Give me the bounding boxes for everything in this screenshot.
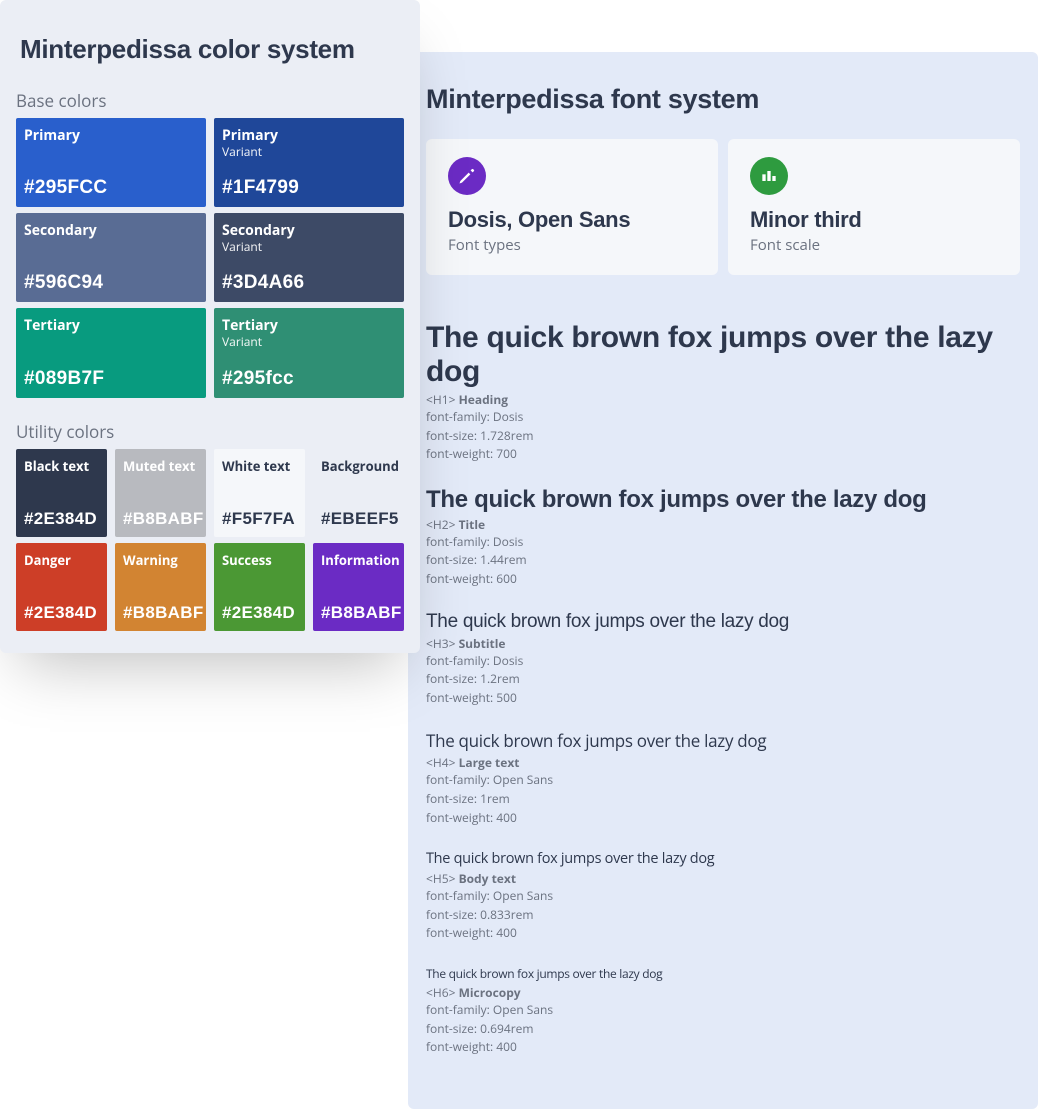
color-swatch: Muted text #B8BABF [115, 449, 206, 537]
swatch-hex: #1F4799 [222, 177, 396, 199]
swatch-hex: #295fcc [222, 368, 396, 390]
swatch-hex: #B8BABF [123, 603, 198, 623]
specimen-weight: font-weight: 400 [426, 809, 1020, 828]
specimen-weight: font-weight: 700 [426, 445, 1020, 464]
swatch-name: Information [321, 553, 396, 569]
swatch-hex: #F5F7FA [222, 509, 297, 529]
font-system-panel: Minterpedissa font system Dosis, Open Sa… [408, 52, 1038, 1109]
swatch-hex: #089B7F [24, 368, 198, 390]
specimen-sample: The quick brown fox jumps over the lazy … [426, 321, 1020, 389]
specimen-weight: font-weight: 600 [426, 570, 1020, 589]
color-swatch: Danger #2E384D [16, 543, 107, 631]
pen-icon [448, 157, 486, 195]
font-card-subtitle: Font types [448, 235, 696, 255]
specimen-family: font-family: Dosis [426, 652, 1020, 671]
specimen-family: font-family: Open Sans [426, 887, 1020, 906]
color-swatch: TertiaryVariant#295fcc [214, 308, 404, 397]
specimen-family: font-family: Open Sans [426, 771, 1020, 790]
specimen-size: font-size: 1rem [426, 790, 1020, 809]
specimen-sample: The quick brown fox jumps over the lazy … [426, 849, 1020, 868]
swatch-name: White text [222, 459, 297, 475]
type-specimen: The quick brown fox jumps over the lazy … [426, 321, 1020, 464]
specimen-tag: <H2> Title [426, 516, 1020, 533]
specimen-sample: The quick brown fox jumps over the lazy … [426, 965, 1020, 982]
swatch-hex: #EBEEF5 [321, 509, 396, 529]
color-swatch: Tertiary #089B7F [16, 308, 206, 397]
specimen-sample: The quick brown fox jumps over the lazy … [426, 486, 1020, 514]
specimen-size: font-size: 1.44rem [426, 551, 1020, 570]
specimen-tag: <H4> Large text [426, 754, 1020, 771]
specimen-tag: <H1> Heading [426, 391, 1020, 408]
specimen-size: font-size: 0.833rem [426, 906, 1020, 925]
font-card: Minor thirdFont scale [728, 139, 1020, 275]
specimen-family: font-family: Open Sans [426, 1001, 1020, 1020]
font-card-subtitle: Font scale [750, 235, 998, 255]
swatch-name: Danger [24, 553, 99, 569]
swatch-name: Success [222, 553, 297, 569]
specimen-family: font-family: Dosis [426, 408, 1020, 427]
specimen-sample: The quick brown fox jumps over the lazy … [426, 729, 1020, 752]
color-swatch: Background #EBEEF5 [313, 449, 404, 537]
type-specimen: The quick brown fox jumps over the lazy … [426, 965, 1020, 1057]
type-specimen: The quick brown fox jumps over the lazy … [426, 849, 1020, 943]
chart-icon [750, 157, 788, 195]
color-swatch: Black text #2E384D [16, 449, 107, 537]
font-panel-title: Minterpedissa font system [426, 84, 1020, 115]
type-specimen: The quick brown fox jumps over the lazy … [426, 729, 1020, 827]
swatch-hex: #2E384D [24, 509, 99, 529]
swatch-name: Muted text [123, 459, 198, 475]
swatch-hex: #295FCC [24, 177, 198, 199]
swatch-variant: Variant [222, 145, 396, 159]
color-swatch: Primary #295FCC [16, 118, 206, 207]
color-swatch: Warning #B8BABF [115, 543, 206, 631]
swatch-hex: #B8BABF [321, 603, 396, 623]
font-card-title: Dosis, Open Sans [448, 207, 696, 233]
color-swatch: Success #2E384D [214, 543, 305, 631]
utility-colors-label: Utility colors [16, 420, 404, 443]
color-swatch: Secondary #596C94 [16, 213, 206, 302]
swatch-hex: #B8BABF [123, 509, 198, 529]
specimen-tag: <H5> Body text [426, 870, 1020, 887]
swatch-name: Black text [24, 459, 99, 475]
specimen-weight: font-weight: 400 [426, 924, 1020, 943]
color-panel-title: Minterpedissa color system [20, 34, 400, 65]
swatch-name: Background [321, 459, 396, 475]
color-swatch: SecondaryVariant#3D4A66 [214, 213, 404, 302]
swatch-variant: Variant [222, 240, 396, 254]
specimen-size: font-size: 1.2rem [426, 670, 1020, 689]
color-swatch: PrimaryVariant#1F4799 [214, 118, 404, 207]
color-swatch: Information #B8BABF [313, 543, 404, 631]
base-colors-label: Base colors [16, 89, 404, 112]
font-card: Dosis, Open SansFont types [426, 139, 718, 275]
swatch-name: Primary [24, 128, 198, 145]
specimen-size: font-size: 1.728rem [426, 427, 1020, 446]
color-system-panel: Minterpedissa color system Base colors P… [0, 0, 420, 653]
swatch-name: Secondary [24, 223, 198, 240]
swatch-hex: #596C94 [24, 272, 198, 294]
specimen-weight: font-weight: 500 [426, 689, 1020, 708]
specimen-tag: <H6> Microcopy [426, 984, 1020, 1001]
specimen-weight: font-weight: 400 [426, 1038, 1020, 1057]
swatch-hex: #2E384D [222, 603, 297, 623]
specimen-family: font-family: Dosis [426, 533, 1020, 552]
type-specimen: The quick brown fox jumps over the lazy … [426, 611, 1020, 708]
swatch-hex: #3D4A66 [222, 272, 396, 294]
specimen-tag: <H3> Subtitle [426, 635, 1020, 652]
type-specimen: The quick brown fox jumps over the lazy … [426, 486, 1020, 589]
specimen-sample: The quick brown fox jumps over the lazy … [426, 611, 1020, 633]
swatch-name: Warning [123, 553, 198, 569]
font-card-title: Minor third [750, 207, 998, 233]
specimen-size: font-size: 0.694rem [426, 1020, 1020, 1039]
swatch-variant: Variant [222, 335, 396, 349]
swatch-name: Tertiary [24, 318, 198, 335]
swatch-hex: #2E384D [24, 603, 99, 623]
color-swatch: White text #F5F7FA [214, 449, 305, 537]
